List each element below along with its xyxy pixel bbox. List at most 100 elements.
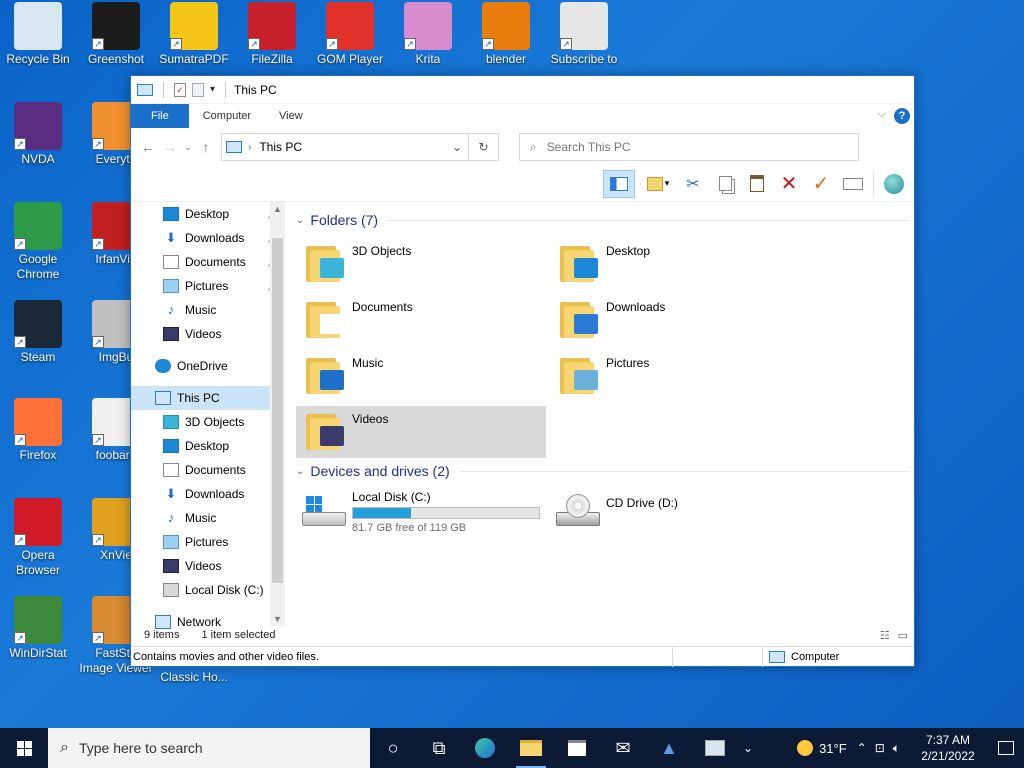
file-explorer-icon[interactable] [508, 728, 554, 768]
folder-desktop[interactable]: Desktop [550, 238, 800, 290]
desktop-icon-recycle-bin[interactable]: Recycle Bin [0, 2, 76, 67]
folder-3d-objects[interactable]: 3D Objects [296, 238, 546, 290]
desktop-icon-google-chrome[interactable]: ↗ Google Chrome [0, 202, 76, 282]
notification-center-icon[interactable] [988, 728, 1024, 768]
folders-group-header[interactable]: ⌄ Folders (7) [296, 210, 909, 230]
weather-widget[interactable]: 31°F [797, 740, 847, 756]
nav-item-3d-objects[interactable]: 3D Objects [131, 410, 285, 434]
breadcrumb[interactable]: This PC [259, 140, 302, 154]
rename-icon[interactable] [841, 172, 865, 196]
desktop-icon-gom-player[interactable]: ↗ GOM Player [312, 2, 388, 67]
devices-group-header[interactable]: ⌄ Devices and drives (2) [296, 461, 910, 481]
file-explorer-window[interactable]: ✓ ▾ This PC File Computer View ⌵ ? ← → ⌄… [130, 75, 915, 667]
nav-item-documents[interactable]: Documents📌︎ [131, 250, 285, 274]
task-view-icon[interactable]: ⧉ [416, 728, 462, 768]
folder-downloads[interactable]: Downloads [550, 294, 800, 346]
nav-item-this-pc[interactable]: This PC [131, 386, 285, 410]
desktop-icon-subscribe-to[interactable]: ↗ Subscribe to [546, 2, 622, 67]
nav-item-documents[interactable]: Documents [131, 458, 285, 482]
drive-item-d[interactable]: CD Drive (D:) [548, 488, 748, 540]
folder-music[interactable]: Music [296, 350, 546, 402]
collapse-icon[interactable]: ⌄ [296, 466, 304, 477]
customize-quick-access-icon[interactable]: ▾ [210, 84, 215, 95]
nav-item-downloads[interactable]: ⬇ Downloads [131, 482, 285, 506]
folder-documents[interactable]: Documents [296, 294, 546, 346]
nav-item-music[interactable]: ♪ Music [131, 298, 285, 322]
scrollbar-thumb[interactable] [272, 238, 283, 583]
new-folder-icon[interactable] [192, 82, 204, 97]
nav-item-local-disk-c[interactable]: Local Disk (C:) [131, 578, 285, 602]
title-bar[interactable]: ✓ ▾ This PC [131, 76, 914, 104]
address-bar[interactable]: › This PC ⌄ ↻ [221, 133, 499, 161]
network-icon[interactable]: ⊡ [875, 741, 885, 755]
forward-button[interactable]: → [159, 139, 181, 155]
clock[interactable]: 7:37 AM 2/21/2022 [908, 732, 988, 764]
taskbar-search-input[interactable]: ⌕ Type here to search [48, 728, 370, 768]
desktop-icon-opera-browser[interactable]: ↗ Opera Browser [0, 498, 76, 578]
address-dropdown-icon[interactable]: ⌄ [452, 140, 462, 154]
navigation-pane[interactable]: Desktop📌︎⬇Downloads📌︎Documents📌︎Pictures… [131, 202, 286, 629]
checkmark-icon[interactable]: ✓ [809, 172, 833, 196]
expand-ribbon-icon[interactable]: ⌵ [878, 108, 886, 121]
tab-view[interactable]: View [265, 104, 317, 128]
desktop-icon-nvda[interactable]: ↗ NVDA [0, 102, 76, 167]
desktop-icon-filezilla[interactable]: ↗ FileZilla [234, 2, 310, 67]
paste-icon[interactable] [745, 172, 769, 196]
nav-item-desktop[interactable]: Desktop📌︎ [131, 202, 285, 226]
details-pane-icon[interactable]: ▾ [643, 172, 673, 196]
refresh-button[interactable]: ↻ [468, 134, 498, 160]
volume-icon[interactable]: 🔈︎ [893, 741, 900, 756]
clock-date: 2/21/2022 [921, 749, 975, 763]
large-icons-view-icon[interactable]: ▭ [898, 629, 908, 642]
nav-scrollbar[interactable]: ▲ ▼ [270, 202, 285, 626]
recent-locations-button[interactable]: ⌄ [181, 142, 195, 153]
taskbar-overflow-icon[interactable]: ⌄ [738, 728, 758, 768]
app-icon-gallery[interactable] [692, 728, 738, 768]
show-hidden-icons-icon[interactable]: ⌃ [857, 741, 867, 755]
up-button[interactable]: ↑ [195, 139, 217, 155]
desktop-icon-greenshot[interactable]: ↗ Greenshot [78, 2, 154, 67]
cut-icon[interactable]: ✂ [681, 172, 705, 196]
desktop-icon-blender[interactable]: ↗ blender [468, 2, 544, 67]
mail-icon[interactable]: ✉ [600, 728, 646, 768]
shell-icon[interactable] [882, 172, 906, 196]
desktop-icon-firefox[interactable]: ↗ Firefox [0, 398, 76, 463]
desktop-icon-krita[interactable]: ↗ Krita [390, 2, 466, 67]
search-icon: ⌕ [60, 739, 69, 756]
details-view-icon[interactable]: ☷ [880, 629, 890, 642]
copy-icon[interactable] [713, 172, 737, 196]
back-button[interactable]: ← [137, 139, 159, 155]
properties-icon[interactable]: ✓ [174, 82, 186, 97]
desktop-icon-steam[interactable]: ↗ Steam [0, 300, 76, 365]
delete-icon[interactable]: ✕ [777, 172, 801, 196]
folder-videos[interactable]: Videos [296, 406, 546, 458]
scroll-up-icon[interactable]: ▲ [270, 204, 285, 214]
music-folder-icon [306, 354, 344, 396]
nav-item-onedrive[interactable]: OneDrive [131, 354, 285, 378]
breadcrumb-separator[interactable]: › [248, 142, 251, 153]
tab-computer[interactable]: Computer [189, 104, 265, 128]
nav-item-desktop[interactable]: Desktop [131, 434, 285, 458]
tab-file[interactable]: File [131, 104, 189, 128]
cortana-icon[interactable]: ○ [370, 728, 416, 768]
collapse-icon[interactable]: ⌄ [296, 215, 304, 226]
scroll-down-icon[interactable]: ▼ [270, 614, 285, 624]
store-icon[interactable] [554, 728, 600, 768]
nav-item-videos[interactable]: Videos [131, 322, 285, 346]
navigation-pane-icon[interactable] [603, 169, 635, 198]
drive-item-c[interactable]: Local Disk (C:) 81.7 GB free of 119 GB [294, 488, 554, 540]
desktop-icon-windirstat[interactable]: ↗ WinDirStat [0, 596, 76, 661]
folder-pictures[interactable]: Pictures [550, 350, 800, 402]
app-icon-sail[interactable]: ▲ [646, 728, 692, 768]
nav-item-pictures[interactable]: Pictures📌︎ [131, 274, 285, 298]
start-button[interactable] [0, 728, 48, 768]
nav-item-downloads[interactable]: ⬇Downloads📌︎ [131, 226, 285, 250]
help-icon[interactable]: ? [894, 108, 910, 124]
nav-item-music[interactable]: ♪ Music [131, 506, 285, 530]
main-pane[interactable]: ⌄ Folders (7) 3D Objects Desktop Documents… [286, 202, 914, 626]
nav-item-pictures[interactable]: Pictures [131, 530, 285, 554]
edge-icon[interactable] [462, 728, 508, 768]
nav-item-videos[interactable]: Videos [131, 554, 285, 578]
desktop-icon-sumatrapdf[interactable]: ↗ SumatraPDF [156, 2, 232, 67]
search-input[interactable]: ⌕ Search This PC [519, 133, 859, 161]
